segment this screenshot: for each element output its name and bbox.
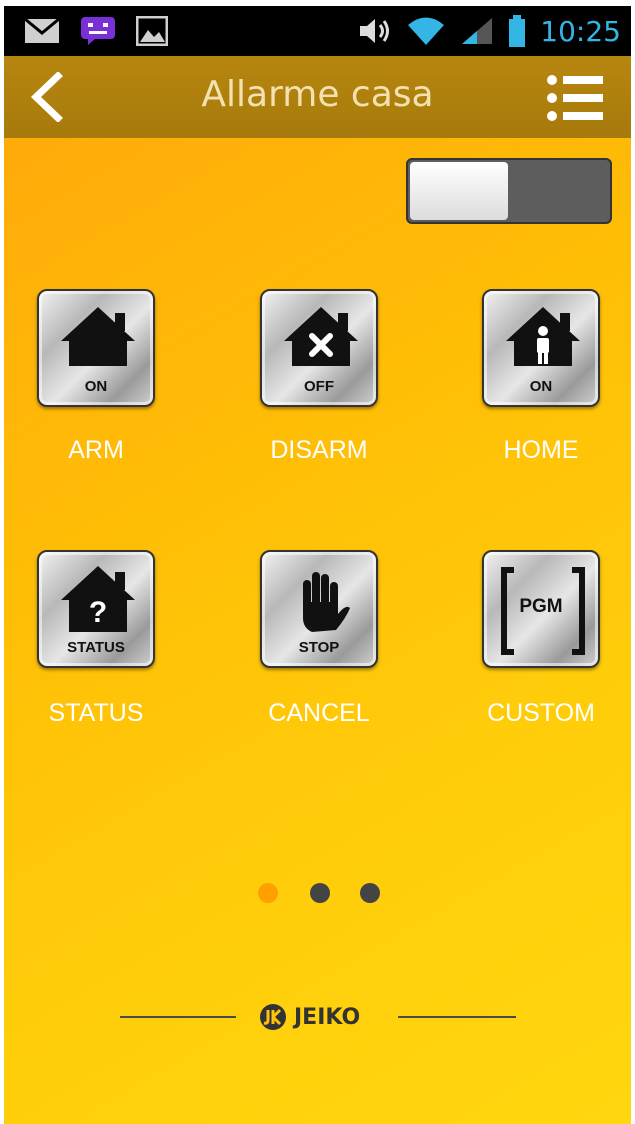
custom-caption: PGM [519, 596, 563, 617]
app-screen: 10:25 Allarme casa ON ARM OFF DISARM ON … [0, 0, 635, 1124]
custom-label: CUSTOM [487, 699, 595, 727]
home-caption: ON [529, 378, 553, 395]
home-label: HOME [503, 436, 579, 464]
cancel-caption: STOP [298, 639, 340, 656]
clock: 10:25 [540, 14, 621, 48]
brand-divider-left [120, 1016, 236, 1018]
notification-icons [24, 16, 168, 46]
jeiko-logo-icon [260, 1004, 286, 1030]
app-bar: Allarme casa [4, 56, 631, 138]
signal-icon [462, 18, 493, 44]
page-dot-1[interactable] [258, 883, 278, 903]
page-dot-2[interactable] [310, 883, 330, 903]
page-dot-3[interactable] [360, 883, 380, 903]
cancel-button[interactable]: STOP [260, 550, 378, 668]
menu-button[interactable] [547, 74, 603, 122]
status-label: STATUS [48, 699, 144, 727]
arm-toggle-switch[interactable] [406, 158, 612, 224]
toggle-knob [410, 162, 508, 220]
image-icon [136, 16, 168, 46]
status-button[interactable]: ? STATUS [37, 550, 155, 668]
brand-name: JEIKO [294, 1004, 361, 1030]
disarm-caption: OFF [304, 378, 334, 395]
status-caption: STATUS [67, 639, 125, 656]
main-content: ON ARM OFF DISARM ON HOME ? STATUS STATU… [4, 138, 631, 1124]
arm-caption: ON [84, 378, 108, 395]
system-icons: 10:25 [358, 6, 621, 56]
custom-button[interactable]: PGM [482, 550, 600, 668]
arm-button[interactable]: ON [37, 289, 155, 407]
wifi-icon [408, 17, 445, 45]
brand-divider-right [398, 1016, 516, 1018]
cancel-label: CANCEL [268, 699, 370, 727]
list-menu-icon [547, 75, 603, 121]
volume-icon [360, 19, 390, 43]
disarm-button[interactable]: OFF [260, 289, 378, 407]
arm-label: ARM [68, 436, 124, 464]
brand-logo: JEIKO [258, 1002, 360, 1032]
mail-icon [24, 18, 60, 43]
home-button[interactable]: ON [482, 289, 600, 407]
disarm-label: DISARM [270, 436, 368, 464]
battery-icon [509, 15, 526, 47]
chat-icon [81, 17, 115, 45]
svg-text:?: ? [89, 596, 107, 629]
page-title: Allarme casa [201, 74, 434, 115]
status-bar: 10:25 [4, 6, 631, 56]
